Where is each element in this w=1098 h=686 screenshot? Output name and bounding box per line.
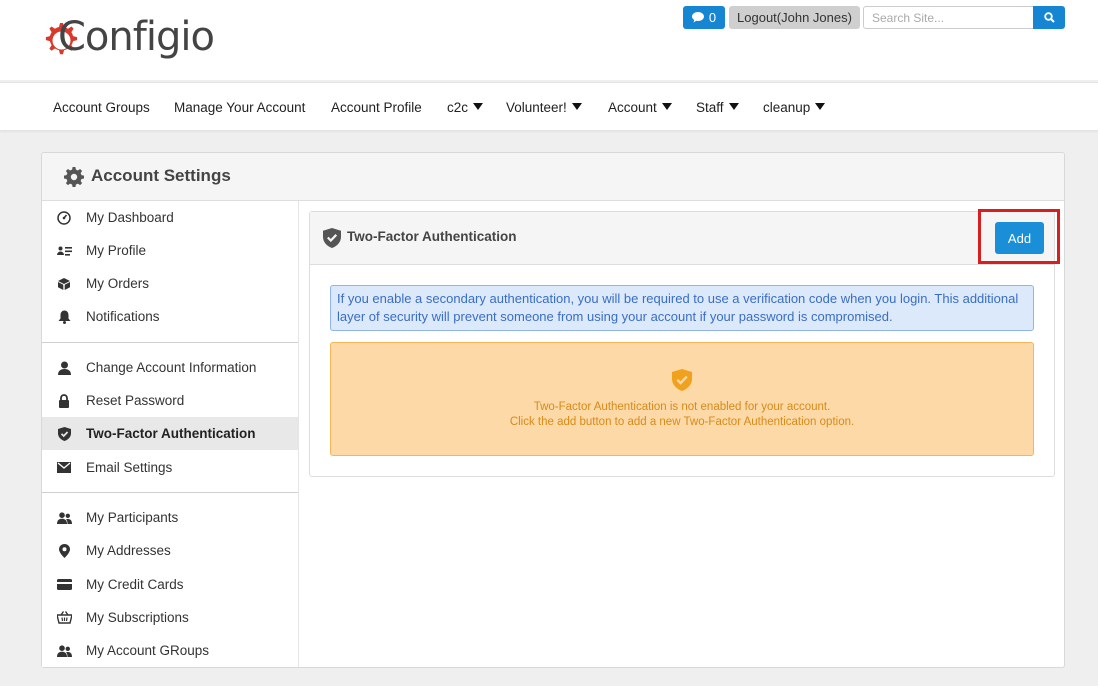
nav-label: Manage Your Account (174, 100, 306, 115)
nav-label: Account Groups (53, 100, 150, 115)
credit-card-icon (56, 577, 72, 593)
nav-label: Account (608, 100, 657, 115)
chat-bubble-icon (691, 12, 704, 23)
nav-label: cleanup (763, 100, 811, 115)
sidebar-item-my-credit-cards[interactable]: My Credit Cards (42, 568, 298, 601)
nav-cleanup-dropdown[interactable]: cleanup (763, 83, 826, 132)
box-icon (56, 276, 72, 292)
caret-down-icon (815, 103, 826, 110)
nav-c2c-dropdown[interactable]: c2c (447, 83, 484, 132)
sidebar-item-label: My Orders (86, 276, 150, 291)
sidebar-item-label: Email Settings (86, 460, 173, 475)
sidebar-item-my-profile[interactable]: My Profile (42, 234, 298, 267)
search-button[interactable] (1033, 6, 1065, 29)
card-title: Two-Factor Authentication (347, 229, 517, 244)
sidebar-item-label: My Subscriptions (86, 610, 189, 625)
main-navigation: Account Groups Manage Your Account Accou… (0, 82, 1098, 131)
warning-alert: Two-Factor Authentication is not enabled… (330, 342, 1034, 456)
panel-title: Account Settings (91, 166, 231, 185)
nav-account-groups[interactable]: Account Groups (53, 83, 150, 132)
sidebar-item-label: My Dashboard (86, 210, 174, 225)
messages-button[interactable]: 0 (683, 6, 725, 29)
sidebar-item-notifications[interactable]: Notifications (42, 300, 298, 333)
top-header: Configio 0 Logout(John Jones) (0, 0, 1098, 80)
sidebar-divider (42, 492, 298, 493)
users-icon (56, 510, 72, 526)
user-icon (56, 360, 72, 376)
settings-sidebar: My Dashboard My Profile My Orders Notifi… (42, 201, 299, 667)
sidebar-item-label: Two-Factor Authentication (86, 426, 256, 441)
shield-check-icon (672, 369, 692, 391)
sidebar-item-reset-password[interactable]: Reset Password (42, 384, 298, 417)
nav-volunteer-dropdown[interactable]: Volunteer! (506, 83, 582, 132)
sidebar-item-my-account-groups[interactable]: My Account GRoups (42, 634, 298, 667)
logout-button[interactable]: Logout(John Jones) (729, 6, 860, 29)
envelope-icon (56, 460, 72, 476)
dashboard-icon (56, 210, 72, 226)
sidebar-item-my-addresses[interactable]: My Addresses (42, 534, 298, 567)
nav-account-dropdown[interactable]: Account (608, 83, 672, 132)
brand-name: Configio (58, 14, 215, 60)
sidebar-item-my-orders[interactable]: My Orders (42, 267, 298, 300)
map-pin-icon (56, 543, 72, 559)
account-settings-panel: Account Settings My Dashboard My Profile… (41, 152, 1065, 668)
nav-staff-dropdown[interactable]: Staff (696, 83, 739, 132)
sidebar-item-label: Change Account Information (86, 360, 257, 375)
bell-icon (56, 309, 72, 325)
messages-count: 0 (708, 10, 717, 25)
profile-card-icon (56, 243, 72, 259)
warning-message-line2: Click the add button to add a new Two-Fa… (509, 416, 855, 428)
shield-check-icon (323, 228, 341, 248)
sidebar-item-label: My Account GRoups (86, 643, 210, 658)
sidebar-item-change-account-information[interactable]: Change Account Information (42, 351, 298, 384)
info-alert: If you enable a secondary authentication… (330, 285, 1034, 331)
sidebar-item-label: My Participants (86, 510, 179, 525)
caret-down-icon (473, 103, 484, 110)
nav-label: Account Profile (331, 100, 422, 115)
sidebar-item-my-subscriptions[interactable]: My Subscriptions (42, 601, 298, 634)
nav-label: Staff (696, 100, 724, 115)
add-two-factor-button[interactable]: Add (995, 222, 1044, 254)
nav-label: c2c (447, 100, 469, 115)
nav-account-profile[interactable]: Account Profile (331, 83, 422, 132)
caret-down-icon (571, 103, 582, 110)
shield-check-icon (56, 426, 72, 442)
search-icon (1043, 12, 1055, 23)
sidebar-item-label: Reset Password (86, 393, 185, 408)
panel-header: Account Settings (42, 153, 1064, 201)
search-input[interactable] (863, 6, 1033, 29)
sidebar-item-email-settings[interactable]: Email Settings (42, 451, 298, 484)
sidebar-item-label: My Credit Cards (86, 577, 184, 592)
nav-label: Volunteer! (506, 100, 567, 115)
configio-logo[interactable]: Configio (40, 12, 215, 66)
sidebar-divider (42, 342, 298, 343)
warning-message-line1: Two-Factor Authentication is not enabled… (533, 401, 831, 413)
nav-manage-your-account[interactable]: Manage Your Account (174, 83, 305, 132)
lock-icon (56, 393, 72, 409)
sidebar-item-label: My Addresses (86, 543, 171, 558)
two-factor-card: Two-Factor Authentication Add If you ena… (309, 209, 1060, 477)
group-icon (56, 643, 72, 659)
two-factor-card-header: Two-Factor Authentication (310, 212, 1054, 265)
sidebar-item-label: Notifications (86, 309, 160, 324)
caret-down-icon (661, 103, 672, 110)
subscription-basket-icon (56, 610, 72, 626)
sidebar-item-my-participants[interactable]: My Participants (42, 501, 298, 534)
gear-icon (64, 167, 84, 187)
sidebar-item-label: My Profile (86, 243, 147, 258)
sidebar-item-two-factor-authentication[interactable]: Two-Factor Authentication (42, 417, 298, 450)
caret-down-icon (728, 103, 739, 110)
sidebar-item-my-dashboard[interactable]: My Dashboard (42, 201, 298, 234)
